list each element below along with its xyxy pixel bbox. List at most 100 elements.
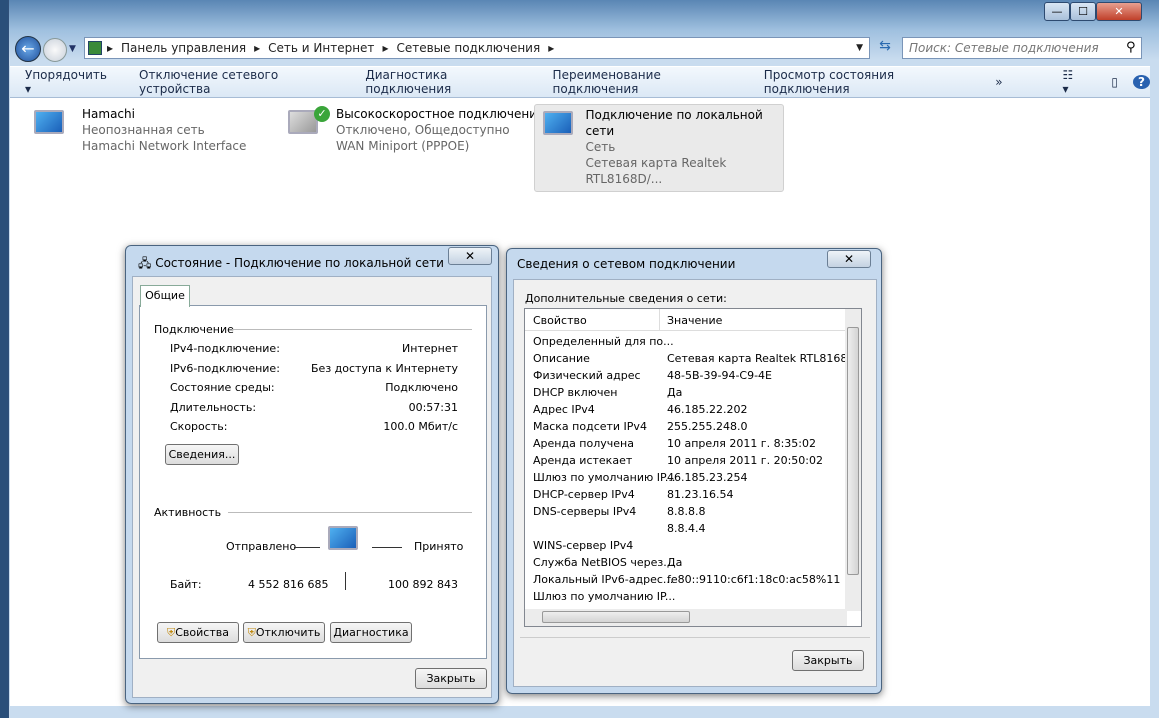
tab-general[interactable]: Общие	[140, 285, 190, 307]
breadcrumb-item[interactable]: Панель управления	[121, 41, 246, 55]
property-cell: Описание	[533, 352, 590, 365]
property-cell: Адрес IPv4	[533, 403, 595, 416]
forward-button[interactable]	[43, 38, 67, 62]
value-cell: Да	[667, 556, 683, 569]
shield-icon: ⛨	[167, 626, 176, 639]
dialog-title: Сведения о сетевом подключении	[517, 257, 736, 271]
property-cell: Локальный IPv6-адрес...	[533, 573, 674, 586]
close-button[interactable]: ✕	[1096, 2, 1142, 21]
history-dropdown-icon[interactable]: ▼	[69, 44, 76, 54]
vertical-scrollbar[interactable]	[845, 309, 861, 611]
disable-button[interactable]: ⛨Отключить	[243, 622, 325, 643]
preview-pane-icon[interactable]: ▯	[1096, 75, 1133, 89]
value-cell: 10 апреля 2011 г. 8:35:02	[667, 437, 816, 450]
received-label: Принято	[414, 540, 464, 553]
value-cell: fe80::9110:c6f1:18c0:ac58%11	[667, 573, 841, 586]
close-icon[interactable]: ✕	[448, 247, 492, 265]
value-cell: 255.255.248.0	[667, 420, 748, 433]
shield-icon: ⛨	[247, 626, 256, 639]
search-icon: ⚲	[1126, 40, 1136, 55]
bytes-sent: 4 552 816 685	[248, 578, 329, 591]
refresh-icon[interactable]: ⇆	[874, 38, 896, 58]
value-cell: 46.185.23.254	[667, 471, 748, 484]
control-panel-icon	[88, 41, 102, 55]
network-adapter-disabled-icon: ✓	[284, 106, 330, 152]
table-row[interactable]: Служба NetBIOS через... Да	[533, 556, 682, 573]
property-cell: DHCP включен	[533, 386, 618, 399]
table-row[interactable]: DNS-серверы IPv4 8.8.8.8	[533, 505, 705, 522]
address-bar[interactable]: ▸ Панель управления ▸ Сеть и Интернет ▸ Сет…	[84, 37, 870, 59]
value-cell: Сетевая карта Realtek RTL8168D/8	[667, 352, 862, 365]
status-dialog: 🖧 Состояние - Подключение по локальной с…	[125, 245, 499, 704]
property-cell: Аренда истекает	[533, 454, 633, 467]
diagnose-button[interactable]: Диагностика	[330, 622, 412, 643]
rename-button[interactable]: Переименование подключения	[538, 68, 749, 96]
check-icon: ✓	[314, 106, 330, 122]
network-icon: 🖧	[138, 256, 156, 270]
property-cell: WINS-сервер IPv4	[533, 539, 634, 552]
general-panel: Подключение IPv4-подключение: Интернет IP…	[139, 305, 487, 659]
bytes-received: 100 892 843	[388, 578, 458, 591]
network-adapter-icon	[30, 106, 74, 152]
column-header-property[interactable]: Свойство	[533, 314, 587, 327]
property-cell: Маска подсети IPv4	[533, 420, 647, 433]
minimize-button[interactable]: —	[1044, 2, 1070, 21]
close-button[interactable]: Закрыть	[792, 650, 864, 671]
close-button[interactable]: Закрыть	[415, 668, 487, 689]
table-row[interactable]: Адрес IPv4 46.185.22.202	[533, 403, 747, 420]
back-button[interactable]: ←	[15, 36, 41, 62]
scrollbar-thumb[interactable]	[847, 327, 859, 575]
table-row[interactable]: DHCP-сервер IPv4 81.23.16.54	[533, 488, 733, 505]
table-row[interactable]: Аренда получена 10 апреля 2011 г. 8:35:02	[533, 437, 816, 454]
breadcrumb-item[interactable]: Сеть и Интернет	[268, 41, 374, 55]
activity-header: Активность	[154, 506, 222, 519]
table-row[interactable]: Шлюз по умолчанию IP...	[533, 590, 675, 607]
help-icon[interactable]: ?	[1133, 75, 1150, 89]
connection-lan[interactable]: Подключение по локальной сети Сеть Сетевая…	[534, 104, 784, 192]
maximize-button[interactable]: ☐	[1070, 2, 1096, 21]
details-label: Дополнительные сведения о сети:	[525, 292, 727, 305]
connection-header: Подключение	[154, 323, 234, 336]
connection-broadband[interactable]: ✓ Высокоскоростное подключение Отключено,…	[284, 106, 544, 154]
connection-hamachi[interactable]: Hamachi Неопознанная сеть Hamachi Network …	[30, 106, 246, 154]
organize-menu[interactable]: Упорядочить ▾	[10, 68, 124, 96]
table-row[interactable]: Шлюз по умолчанию IP... 46.185.23.254	[533, 471, 747, 488]
table-row[interactable]: DHCP включен Да	[533, 386, 682, 403]
activity-network-icon	[324, 522, 368, 568]
horizontal-scrollbar[interactable]	[525, 609, 847, 626]
column-header-value[interactable]: Значение	[667, 314, 722, 327]
table-header: Свойство Значение	[525, 309, 847, 331]
table-row[interactable]: Определенный для по...	[533, 335, 674, 352]
property-cell: DNS-серверы IPv4	[533, 505, 637, 518]
table-row[interactable]: Описание Сетевая карта Realtek RTL8168D/8	[533, 352, 861, 369]
value-cell: 81.23.16.54	[667, 488, 734, 501]
value-cell: 8.8.8.8	[667, 505, 706, 518]
property-cell: Шлюз по умолчанию IP...	[533, 471, 676, 484]
table-row[interactable]: Аренда истекает 10 апреля 2011 г. 20:50:0…	[533, 454, 823, 471]
view-options-icon[interactable]: ☷ ▾	[1048, 68, 1097, 96]
table-row[interactable]: Локальный IPv6-адрес... fe80::9110:c6f1:1…	[533, 573, 840, 590]
address-dropdown-icon[interactable]: ▼	[856, 43, 863, 53]
table-row[interactable]: Маска подсети IPv4 255.255.248.0	[533, 420, 747, 437]
value-cell: 8.8.4.4	[667, 522, 706, 535]
details-button[interactable]: Сведения...	[165, 444, 239, 465]
property-cell: Служба NetBIOS через...	[533, 556, 674, 569]
scrollbar-thumb[interactable]	[542, 611, 690, 623]
dialog-title: Состояние - Подключение по локальной сет…	[155, 256, 444, 270]
properties-button[interactable]: ⛨Свойства	[157, 622, 239, 643]
breadcrumb-item[interactable]: Сетевые подключения	[396, 41, 540, 55]
property-cell: Определенный для по...	[533, 335, 674, 348]
close-icon[interactable]: ✕	[827, 250, 871, 268]
table-row[interactable]: WINS-сервер IPv4	[533, 539, 633, 556]
bytes-label: Байт:	[170, 578, 202, 591]
property-cell: Шлюз по умолчанию IP...	[533, 590, 676, 603]
disable-device-button[interactable]: Отключение сетевого устройства	[124, 68, 350, 96]
view-status-button[interactable]: Просмотр состояния подключения	[749, 68, 980, 96]
value-cell: 48-5B-39-94-C9-4E	[667, 369, 773, 382]
table-row[interactable]: Физический адрес 48-5B-39-94-C9-4E	[533, 369, 772, 386]
details-table: Свойство Значение Определенный для по...…	[524, 308, 862, 627]
search-input[interactable]: Поиск: Сетевые подключения	[902, 37, 1142, 59]
more-commands-button[interactable]: »	[980, 75, 1017, 89]
diagnose-button[interactable]: Диагностика подключения	[350, 68, 537, 96]
network-adapter-icon	[539, 107, 577, 153]
